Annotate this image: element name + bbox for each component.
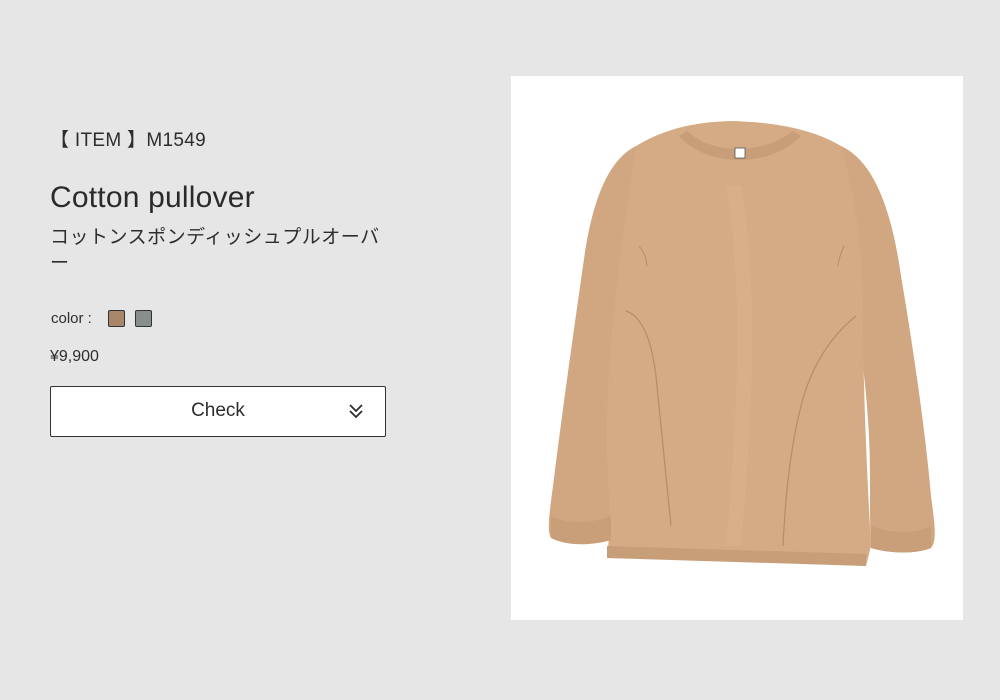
- product-subtitle-ja: コットンスポンディッシュプルオーバー: [50, 226, 380, 274]
- color-swatch-gray[interactable]: [134, 309, 152, 327]
- product-image: [511, 76, 963, 620]
- neck-tag: [734, 147, 746, 159]
- double-chevron-down-icon: [349, 404, 363, 419]
- color-label: color :: [51, 309, 92, 327]
- product-title: Cotton pullover: [50, 181, 255, 214]
- product-info: 【 ITEM 】M1549 Cotton pullover コットンスポンディッ…: [50, 128, 390, 368]
- color-options: color :: [50, 306, 390, 330]
- check-button[interactable]: Check: [50, 386, 386, 437]
- check-button-label: Check: [191, 400, 245, 421]
- pullover-illustration: [548, 121, 935, 566]
- color-swatch-brown[interactable]: [107, 309, 125, 327]
- product-price: ¥9,900: [50, 348, 99, 365]
- item-code: 【 ITEM 】M1549: [50, 130, 206, 151]
